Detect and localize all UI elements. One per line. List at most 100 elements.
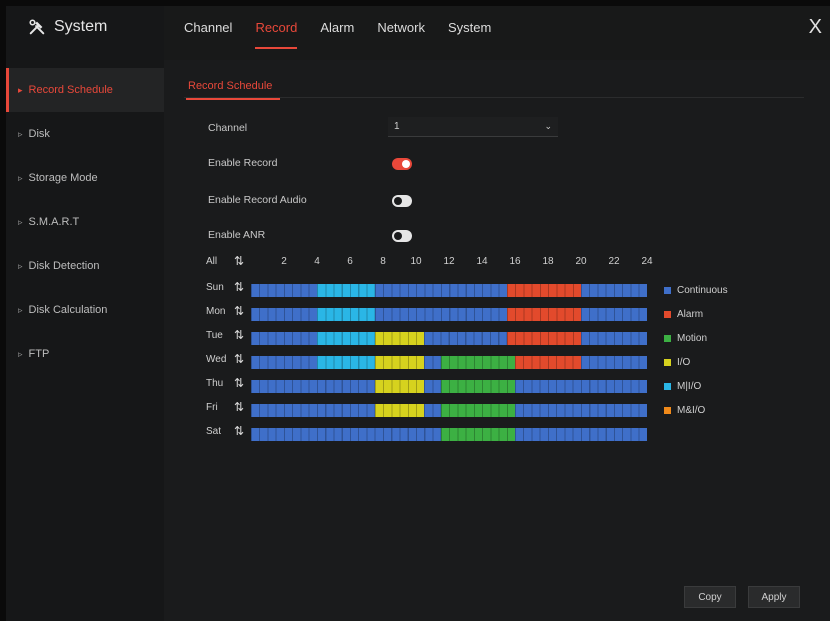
enable-audio-toggle[interactable] (392, 195, 412, 207)
schedule-segment-continuous[interactable] (374, 308, 507, 321)
schedule-segment-continuous[interactable] (515, 428, 647, 441)
schedule-segment-continuous[interactable] (374, 284, 507, 297)
sync-day-icon[interactable]: ⇅ (234, 328, 244, 342)
schedule-segment-continuous[interactable] (515, 404, 647, 417)
tab-system[interactable]: System (448, 20, 491, 35)
top-tabs: Channel Record Alarm Network System (184, 20, 491, 49)
schedule-segment-continuous[interactable] (424, 404, 441, 417)
schedule-segment-mio[interactable] (317, 308, 375, 321)
sync-all-icon[interactable]: ⇅ (234, 254, 244, 268)
schedule-segment-motion[interactable] (440, 428, 515, 441)
sidebar-item-s-m-a-r-t[interactable]: ▹ S.M.A.R.T (6, 200, 164, 244)
tab-alarm[interactable]: Alarm (320, 20, 354, 35)
sidebar-item-label: Disk Detection (28, 260, 100, 272)
schedule-segment-motion[interactable] (440, 380, 515, 393)
legend-item: M|I/O (664, 381, 701, 392)
schedule-segment-continuous[interactable] (581, 284, 647, 297)
day-label: Sat (206, 426, 222, 437)
hour-tick-label: 24 (641, 256, 653, 267)
legend-swatch (664, 311, 671, 318)
sync-day-icon[interactable]: ⇅ (234, 280, 244, 294)
schedule-row[interactable] (251, 308, 647, 321)
schedule-segment-continuous[interactable] (251, 332, 317, 345)
sidebar-item-ftp[interactable]: ▹ FTP (6, 332, 164, 376)
schedule-segment-continuous[interactable] (424, 356, 441, 369)
schedule-segment-continuous[interactable] (424, 332, 507, 345)
schedule-segment-io[interactable] (374, 356, 425, 369)
sidebar-item-storage-mode[interactable]: ▹ Storage Mode (6, 156, 164, 200)
chevron-right-icon: ▹ (18, 348, 23, 359)
schedule-row[interactable] (251, 332, 647, 345)
schedule-segment-mio[interactable] (317, 284, 375, 297)
tab-network[interactable]: Network (377, 20, 425, 35)
hour-tick-label: 6 (347, 256, 353, 267)
schedule-segment-alarm[interactable] (506, 332, 581, 345)
schedule-segment-continuous[interactable] (581, 308, 647, 321)
sidebar-item-label: Record Schedule (28, 84, 113, 96)
schedule-row[interactable] (251, 404, 647, 417)
sync-day-icon[interactable]: ⇅ (234, 352, 244, 366)
legend-label: Alarm (677, 309, 704, 320)
sidebar-item-label: Disk Calculation (28, 304, 108, 316)
all-days-label: All (206, 256, 218, 267)
sidebar-item-label: S.M.A.R.T (28, 216, 80, 228)
schedule-segment-mio[interactable] (317, 356, 375, 369)
tab-record-schedule[interactable]: Record Schedule (185, 80, 281, 100)
schedule-segment-continuous[interactable] (251, 308, 317, 321)
schedule-segment-alarm[interactable] (515, 356, 581, 369)
channel-value: 1 (394, 121, 400, 132)
schedule-segment-continuous[interactable] (251, 380, 375, 393)
schedule-segment-io[interactable] (374, 404, 425, 417)
schedule-segment-continuous[interactable] (251, 404, 375, 417)
chevron-right-icon: ▹ (18, 172, 23, 183)
tab-channel[interactable]: Channel (184, 20, 232, 35)
legend-swatch (664, 407, 671, 414)
schedule-segment-continuous[interactable] (251, 284, 317, 297)
schedule-row[interactable] (251, 356, 647, 369)
schedule-segment-continuous[interactable] (251, 428, 441, 441)
sync-day-icon[interactable]: ⇅ (234, 424, 244, 438)
schedule-segment-continuous[interactable] (581, 356, 647, 369)
sidebar-item-disk[interactable]: ▹ Disk (6, 112, 164, 156)
sync-day-icon[interactable]: ⇅ (234, 400, 244, 414)
schedule-segment-alarm[interactable] (506, 308, 581, 321)
sidebar-item-label: Disk (28, 128, 50, 140)
schedule-segment-motion[interactable] (440, 356, 515, 369)
enable-record-toggle[interactable] (392, 158, 412, 170)
apply-button[interactable]: Apply (748, 586, 800, 608)
hour-tick-label: 4 (314, 256, 320, 267)
sync-day-icon[interactable]: ⇅ (234, 304, 244, 318)
channel-select[interactable]: 1 ⌄ (388, 117, 558, 137)
schedule-segment-continuous[interactable] (424, 380, 441, 393)
schedule-segment-continuous[interactable] (251, 356, 317, 369)
schedule-segment-mio[interactable] (317, 332, 375, 345)
schedule-segment-continuous[interactable] (515, 380, 647, 393)
schedule-segment-motion[interactable] (440, 404, 515, 417)
schedule-row[interactable] (251, 428, 647, 441)
schedule-segment-io[interactable] (374, 380, 425, 393)
subtab-divider (184, 97, 804, 98)
schedule-segment-continuous[interactable] (581, 332, 647, 345)
tab-record[interactable]: Record (255, 20, 297, 49)
close-button[interactable]: X (809, 16, 822, 39)
hour-tick-label: 20 (575, 256, 587, 267)
chevron-right-icon: ▹ (18, 128, 23, 139)
sync-day-icon[interactable]: ⇅ (234, 376, 244, 390)
hour-tick-label: 8 (380, 256, 386, 267)
sidebar-list: ▸ Record Schedule ▹ Disk ▹ Storage Mode ▹ S.M.A… (6, 68, 164, 376)
day-label: Fri (206, 402, 218, 413)
sidebar-item-disk-detection[interactable]: ▹ Disk Detection (6, 244, 164, 288)
sidebar-item-disk-calculation[interactable]: ▹ Disk Calculation (6, 288, 164, 332)
copy-button[interactable]: Copy (684, 586, 736, 608)
hour-tick-label: 16 (509, 256, 521, 267)
tools-icon (29, 19, 45, 35)
schedule-segment-io[interactable] (374, 332, 425, 345)
enable-anr-toggle[interactable] (392, 230, 412, 242)
schedule-row[interactable] (251, 380, 647, 393)
legend-label: Continuous (677, 285, 728, 296)
sidebar-item-record-schedule[interactable]: ▸ Record Schedule (6, 68, 164, 112)
schedule-row[interactable] (251, 284, 647, 297)
legend-swatch (664, 359, 671, 366)
schedule-segment-alarm[interactable] (506, 284, 581, 297)
legend-swatch (664, 335, 671, 342)
